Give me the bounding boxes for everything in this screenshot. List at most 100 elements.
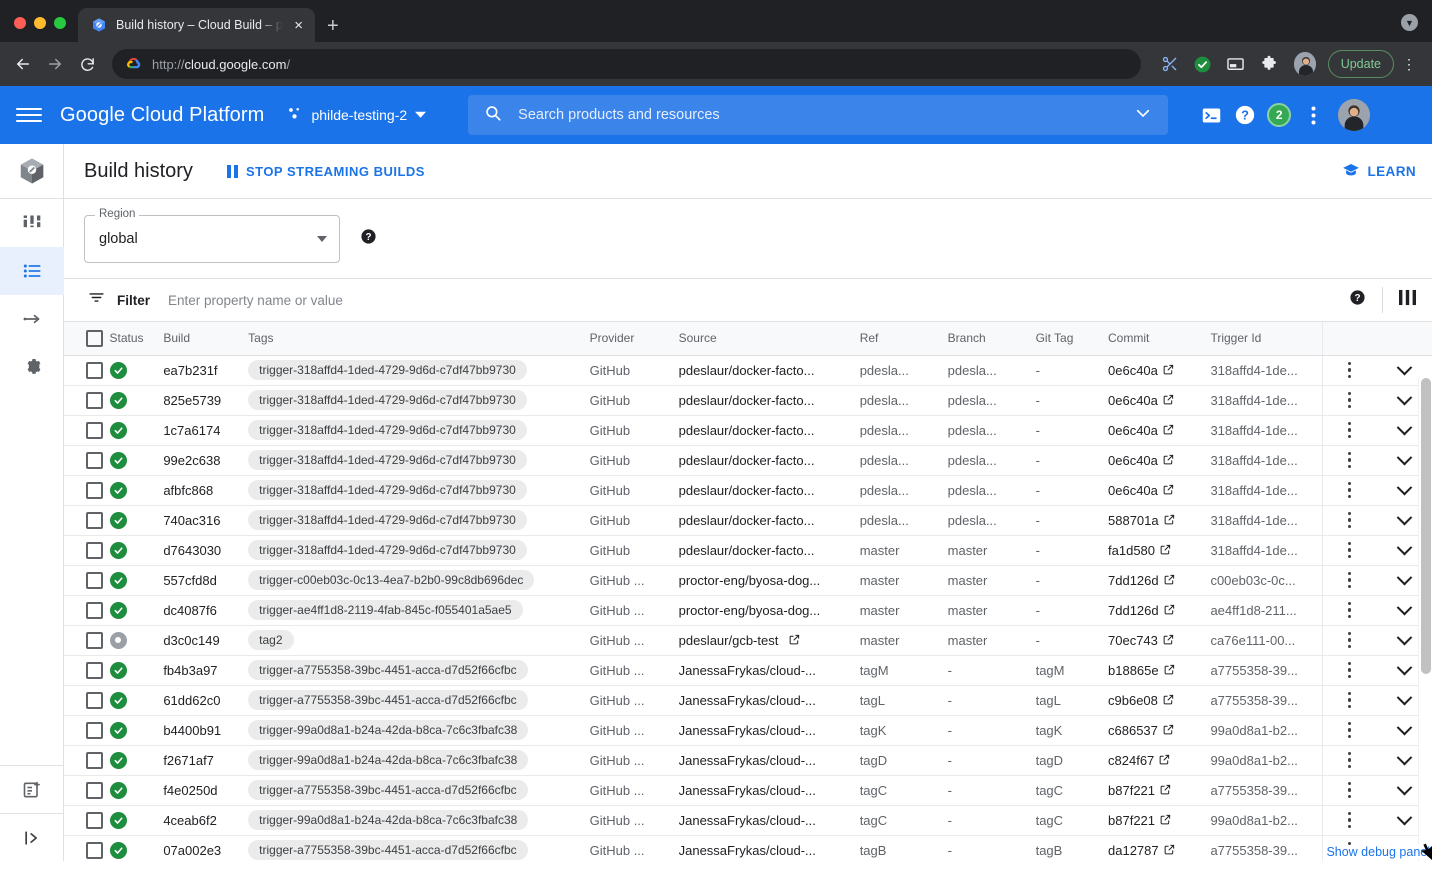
col-branch[interactable]: Branch bbox=[947, 322, 1036, 356]
external-link-icon[interactable] bbox=[1163, 393, 1174, 408]
row-checkbox[interactable] bbox=[86, 451, 103, 469]
row-build-id[interactable]: b4400b91 bbox=[163, 715, 249, 746]
row-commit[interactable]: 0e6c40a bbox=[1108, 475, 1211, 506]
row-more-actions-icon[interactable] bbox=[1323, 421, 1376, 439]
sidebar-item-dashboard[interactable] bbox=[0, 199, 64, 247]
row-more-actions-icon[interactable] bbox=[1323, 571, 1376, 589]
tag-chip[interactable]: tag2 bbox=[248, 630, 294, 650]
row-build-id[interactable]: 740ac316 bbox=[163, 505, 249, 536]
row-source[interactable]: pdeslaur/docker-facto... bbox=[678, 505, 860, 536]
tag-chip[interactable]: trigger-318affd4-1ded-4729-9d6d-c7df47bb… bbox=[248, 540, 527, 560]
tag-chip[interactable]: trigger-99a0d8a1-b24a-42da-b8ca-7c6c3fba… bbox=[248, 720, 529, 740]
row-checkbox[interactable] bbox=[86, 841, 103, 859]
row-more-actions-icon[interactable] bbox=[1323, 721, 1376, 739]
cloud-shell-icon[interactable] bbox=[1194, 98, 1228, 132]
update-button[interactable]: Update bbox=[1327, 50, 1394, 78]
back-button[interactable] bbox=[8, 49, 38, 79]
table-row[interactable]: 825e5739 trigger-318affd4-1ded-4729-9d6d-… bbox=[64, 385, 1432, 416]
row-expand-chevron-icon[interactable] bbox=[1396, 689, 1412, 705]
row-commit[interactable]: b87f221 bbox=[1108, 775, 1211, 806]
row-checkbox[interactable] bbox=[86, 661, 103, 679]
row-build-id[interactable]: d7643030 bbox=[163, 535, 249, 566]
search-bar[interactable]: Search products and resources bbox=[468, 95, 1169, 135]
row-source[interactable]: JanessaFrykas/cloud-... bbox=[678, 685, 860, 716]
row-source[interactable]: JanessaFrykas/cloud-... bbox=[678, 805, 860, 836]
table-row[interactable]: 1c7a6174 trigger-318affd4-1ded-4729-9d6d-… bbox=[64, 415, 1432, 446]
row-source[interactable]: JanessaFrykas/cloud-... bbox=[678, 655, 860, 686]
row-build-id[interactable]: 557cfd8d bbox=[163, 565, 249, 596]
row-build-id[interactable]: 1c7a6174 bbox=[163, 415, 249, 446]
row-commit[interactable]: b18865e bbox=[1108, 655, 1211, 686]
forward-button[interactable] bbox=[40, 49, 70, 79]
row-source[interactable]: pdeslaur/docker-facto... bbox=[678, 535, 860, 566]
learn-button[interactable]: LEARN bbox=[1342, 161, 1417, 182]
row-expand-chevron-icon[interactable] bbox=[1396, 389, 1412, 405]
release-notes-icon[interactable] bbox=[0, 765, 64, 813]
row-checkbox[interactable] bbox=[86, 481, 103, 499]
row-checkbox[interactable] bbox=[86, 571, 103, 589]
reload-button[interactable] bbox=[72, 49, 102, 79]
row-expand-chevron-icon[interactable] bbox=[1396, 779, 1412, 795]
external-link-icon[interactable] bbox=[1160, 543, 1171, 558]
row-more-actions-icon[interactable] bbox=[1323, 451, 1376, 469]
maximize-window-button[interactable] bbox=[54, 17, 66, 29]
row-commit[interactable]: c686537 bbox=[1108, 715, 1211, 746]
region-help-icon[interactable]: ? bbox=[360, 228, 377, 250]
row-checkbox[interactable] bbox=[86, 751, 103, 769]
row-source[interactable]: proctor-eng/byosa-dog... bbox=[678, 565, 860, 596]
external-link-icon[interactable] bbox=[1163, 363, 1174, 378]
table-row[interactable]: 4ceab6f2 trigger-99a0d8a1-b24a-42da-b8ca-… bbox=[64, 805, 1432, 836]
row-more-actions-icon[interactable] bbox=[1323, 541, 1376, 559]
row-more-actions-icon[interactable] bbox=[1323, 481, 1376, 499]
gcp-logo[interactable]: Google Cloud Platform bbox=[60, 104, 264, 127]
tag-chip[interactable]: trigger-99a0d8a1-b24a-42da-b8ca-7c6c3fba… bbox=[248, 750, 529, 770]
filter-input[interactable]: Enter property name or value bbox=[168, 293, 343, 308]
row-source[interactable]: JanessaFrykas/cloud-... bbox=[678, 745, 860, 776]
chrome-menu-icon[interactable]: ⋮ bbox=[1398, 56, 1420, 73]
tag-chip[interactable]: trigger-c00eb03c-0c13-4ea7-b2b0-99c8db69… bbox=[248, 570, 535, 590]
col-trigger-id[interactable]: Trigger Id bbox=[1210, 322, 1323, 356]
row-commit[interactable]: fa1d580 bbox=[1108, 535, 1211, 566]
row-expand-chevron-icon[interactable] bbox=[1396, 659, 1412, 675]
external-link-icon[interactable] bbox=[1163, 453, 1174, 468]
table-row[interactable]: ea7b231f trigger-318affd4-1ded-4729-9d6d-… bbox=[64, 355, 1432, 386]
col-provider[interactable]: Provider bbox=[589, 322, 679, 356]
col-git-tag[interactable]: Git Tag bbox=[1035, 322, 1109, 356]
row-commit[interactable]: 0e6c40a bbox=[1108, 385, 1211, 416]
table-row[interactable]: 61dd62c0 trigger-a7755358-39bc-4451-acca-… bbox=[64, 685, 1432, 716]
external-link-icon[interactable] bbox=[1164, 843, 1175, 858]
filter-help-icon[interactable]: ? bbox=[1349, 289, 1366, 311]
table-row[interactable]: f4e0250d trigger-a7755358-39bc-4451-acca-… bbox=[64, 775, 1432, 806]
new-tab-button[interactable]: + bbox=[327, 16, 339, 36]
row-source[interactable]: JanessaFrykas/cloud-... bbox=[678, 775, 860, 806]
external-link-icon[interactable] bbox=[1160, 813, 1171, 828]
tag-chip[interactable]: trigger-318affd4-1ded-4729-9d6d-c7df47bb… bbox=[248, 360, 527, 380]
row-build-id[interactable]: d3c0c149 bbox=[163, 625, 249, 656]
external-link-icon[interactable] bbox=[1163, 633, 1174, 648]
sidebar-item-history[interactable] bbox=[0, 247, 64, 295]
row-commit[interactable]: 7dd126d bbox=[1108, 565, 1211, 596]
row-checkbox[interactable] bbox=[86, 391, 103, 409]
search-input[interactable]: Search products and resources bbox=[518, 107, 1118, 123]
tag-chip[interactable]: trigger-a7755358-39bc-4451-acca-d7d52f66… bbox=[248, 690, 528, 710]
table-row[interactable]: 99e2c638 trigger-318affd4-1ded-4729-9d6d-… bbox=[64, 445, 1432, 476]
table-row[interactable]: f2671af7 trigger-99a0d8a1-b24a-42da-b8ca-… bbox=[64, 745, 1432, 776]
tag-chip[interactable]: trigger-a7755358-39bc-4451-acca-d7d52f66… bbox=[248, 780, 528, 800]
table-row[interactable]: 740ac316 trigger-318affd4-1ded-4729-9d6d-… bbox=[64, 505, 1432, 536]
row-source[interactable]: pdeslaur/docker-facto... bbox=[678, 415, 860, 446]
row-checkbox[interactable] bbox=[86, 811, 103, 829]
row-expand-chevron-icon[interactable] bbox=[1396, 359, 1412, 375]
row-expand-chevron-icon[interactable] bbox=[1396, 569, 1412, 585]
select-all-checkbox[interactable] bbox=[86, 329, 103, 347]
row-checkbox[interactable] bbox=[86, 721, 103, 739]
external-link-icon[interactable] bbox=[1160, 783, 1171, 798]
external-link-icon[interactable] bbox=[1159, 753, 1170, 768]
row-more-actions-icon[interactable] bbox=[1323, 511, 1376, 529]
external-link-icon[interactable] bbox=[1164, 663, 1175, 678]
row-build-id[interactable]: dc4087f6 bbox=[163, 595, 249, 626]
filter-icon[interactable] bbox=[88, 289, 105, 311]
row-more-actions-icon[interactable] bbox=[1323, 391, 1376, 409]
row-checkbox[interactable] bbox=[86, 691, 103, 709]
row-expand-chevron-icon[interactable] bbox=[1396, 419, 1412, 435]
row-build-id[interactable]: afbfc868 bbox=[163, 475, 249, 506]
